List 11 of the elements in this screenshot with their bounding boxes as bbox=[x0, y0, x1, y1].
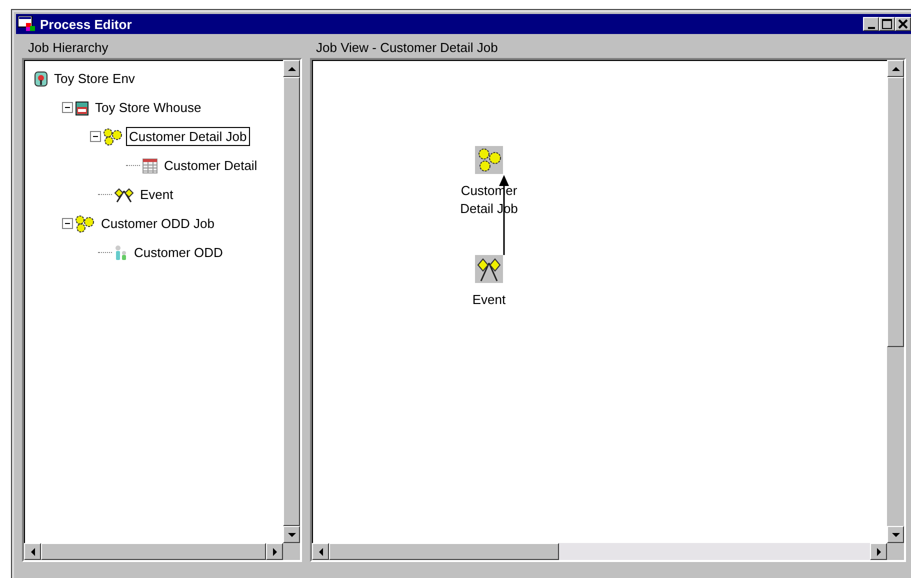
panel-label: Job Hierarchy bbox=[27, 40, 110, 57]
tree-item[interactable]: Event bbox=[137, 185, 176, 204]
tree-item[interactable]: Toy Store Whouse bbox=[92, 98, 204, 117]
panel-label: Job View - Customer Detail Job bbox=[315, 40, 499, 57]
node-label: Event bbox=[471, 291, 507, 309]
tree-item[interactable]: Customer Detail Job bbox=[126, 127, 250, 146]
tree-item[interactable]: Customer ODD bbox=[131, 243, 226, 262]
tree-item[interactable]: Toy Store Env bbox=[51, 69, 138, 88]
tree-item[interactable]: Customer ODD Job bbox=[98, 214, 218, 233]
window-title: Process Editor bbox=[40, 16, 132, 32]
tree-item[interactable]: Customer Detail bbox=[161, 156, 260, 175]
